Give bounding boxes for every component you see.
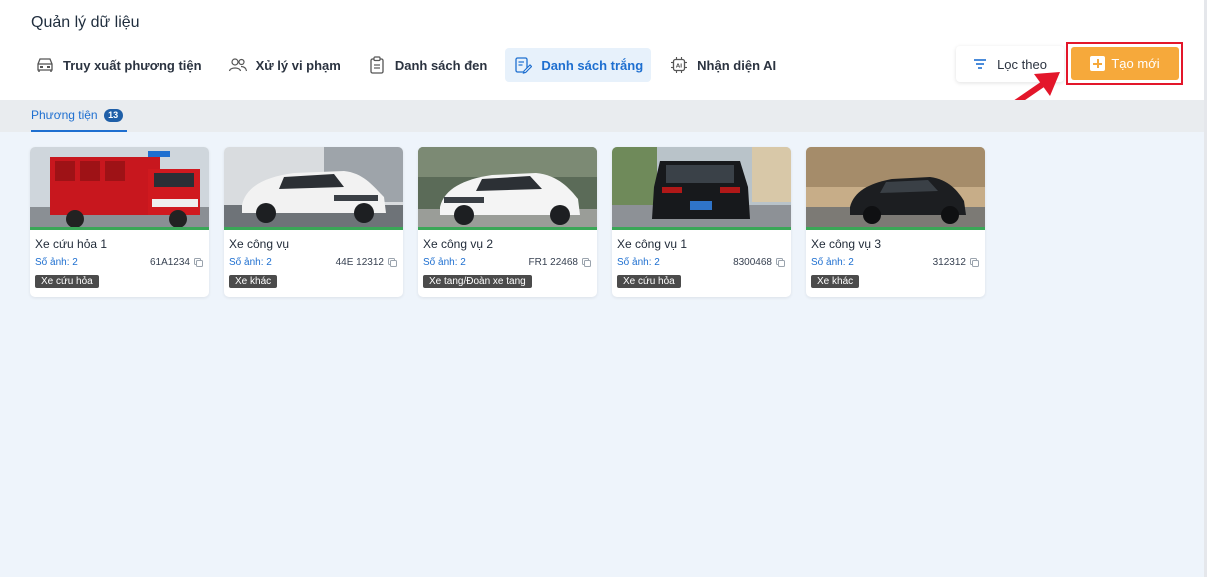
vehicle-name: Xe công vụ 3 (811, 237, 882, 251)
subtab-bar: Phương tiện 13 (0, 100, 1207, 132)
ai-chip-icon: AI (669, 56, 689, 74)
license-plate: 312312 (933, 257, 979, 268)
car-icon (35, 56, 55, 74)
create-label: Tạo mới (1111, 56, 1160, 71)
copy-icon[interactable] (194, 258, 203, 267)
vehicle-card[interactable]: Xe công vụ 3 Số ảnh: 2 312312 Xe khác (806, 147, 985, 297)
vehicle-thumbnail (30, 147, 209, 230)
vehicle-card[interactable]: Xe công vụ 2 Số ảnh: 2 FR1 22468 Xe tang… (418, 147, 597, 297)
vehicle-thumbnail (224, 147, 403, 230)
image-count: Số ảnh: 2 (229, 257, 272, 268)
main-content: Phương tiện 13 Xe cứu hỏa 1 Số ảnh: 2 61… (0, 100, 1207, 577)
license-plate: 44E 12312 (336, 257, 397, 268)
tab-phuong-tien[interactable]: Phương tiện 13 (31, 100, 127, 132)
copy-icon[interactable] (582, 258, 591, 267)
copy-icon[interactable] (388, 258, 397, 267)
copy-icon[interactable] (970, 258, 979, 267)
vehicle-type-tag: Xe tang/Đoàn xe tang (423, 275, 532, 288)
vehicle-name: Xe công vụ (229, 237, 290, 251)
svg-text:AI: AI (676, 64, 682, 70)
vehicle-type-tag: Xe khác (811, 275, 860, 288)
vehicle-card[interactable]: Xe công vụ Số ảnh: 2 44E 12312 Xe khác (224, 147, 403, 297)
tab-label: Truy xuất phương tiện (63, 57, 202, 73)
vehicle-thumbnail (806, 147, 985, 230)
vehicle-thumbnail (418, 147, 597, 230)
plus-icon (1090, 56, 1106, 71)
create-button[interactable]: Tạo mới (1071, 47, 1179, 80)
vehicle-thumbnail (612, 147, 791, 230)
tab-label: Danh sách trắng (541, 57, 644, 73)
vehicle-type-tag: Xe cứu hỏa (35, 275, 99, 288)
tab-nhan-dien-ai[interactable]: AI Nhận diện AI (661, 48, 784, 82)
subtab-label: Phương tiện (31, 108, 98, 122)
count-badge: 13 (103, 108, 123, 122)
image-count: Số ảnh: 2 (811, 257, 854, 268)
vehicle-type-tag: Xe khác (229, 275, 278, 288)
copy-icon[interactable] (776, 258, 785, 267)
tab-label: Nhận diện AI (697, 57, 777, 73)
clipboard-icon (367, 56, 387, 74)
image-count: Số ảnh: 2 (35, 257, 78, 268)
edit-list-icon (513, 56, 533, 74)
vehicle-card[interactable]: Xe cứu hỏa 1 Số ảnh: 2 61A1234 Xe cứu hỏ… (30, 147, 209, 297)
tab-danh-sach-den[interactable]: Danh sách đen (359, 48, 495, 82)
license-plate: 8300468 (733, 257, 785, 268)
image-count: Số ảnh: 2 (617, 257, 660, 268)
license-plate: 61A1234 (150, 257, 203, 268)
main-nav: Truy xuất phương tiện Xử lý vi phạm Danh… (30, 48, 794, 82)
vehicle-name: Xe công vụ 1 (617, 237, 688, 251)
tab-label: Xử lý vi phạm (255, 57, 341, 73)
image-count: Số ảnh: 2 (423, 257, 466, 268)
vehicle-name: Xe cứu hỏa 1 (35, 237, 108, 251)
vehicle-type-tag: Xe cứu hỏa (617, 275, 681, 288)
license-plate: FR1 22468 (529, 257, 591, 268)
vehicle-name: Xe công vụ 2 (423, 237, 494, 251)
page-title: Quản lý dữ liệu (31, 14, 140, 31)
tab-truy-xuat-phuong-tien[interactable]: Truy xuất phương tiện (30, 48, 210, 82)
tab-xu-ly-vi-pham[interactable]: Xử lý vi phạm (220, 48, 349, 82)
tab-danh-sach-trang[interactable]: Danh sách trắng (505, 48, 652, 82)
users-icon (228, 56, 248, 74)
tab-label: Danh sách đen (394, 57, 488, 73)
vehicle-card[interactable]: Xe công vụ 1 Số ảnh: 2 8300468 Xe cứu hỏ… (612, 147, 791, 297)
